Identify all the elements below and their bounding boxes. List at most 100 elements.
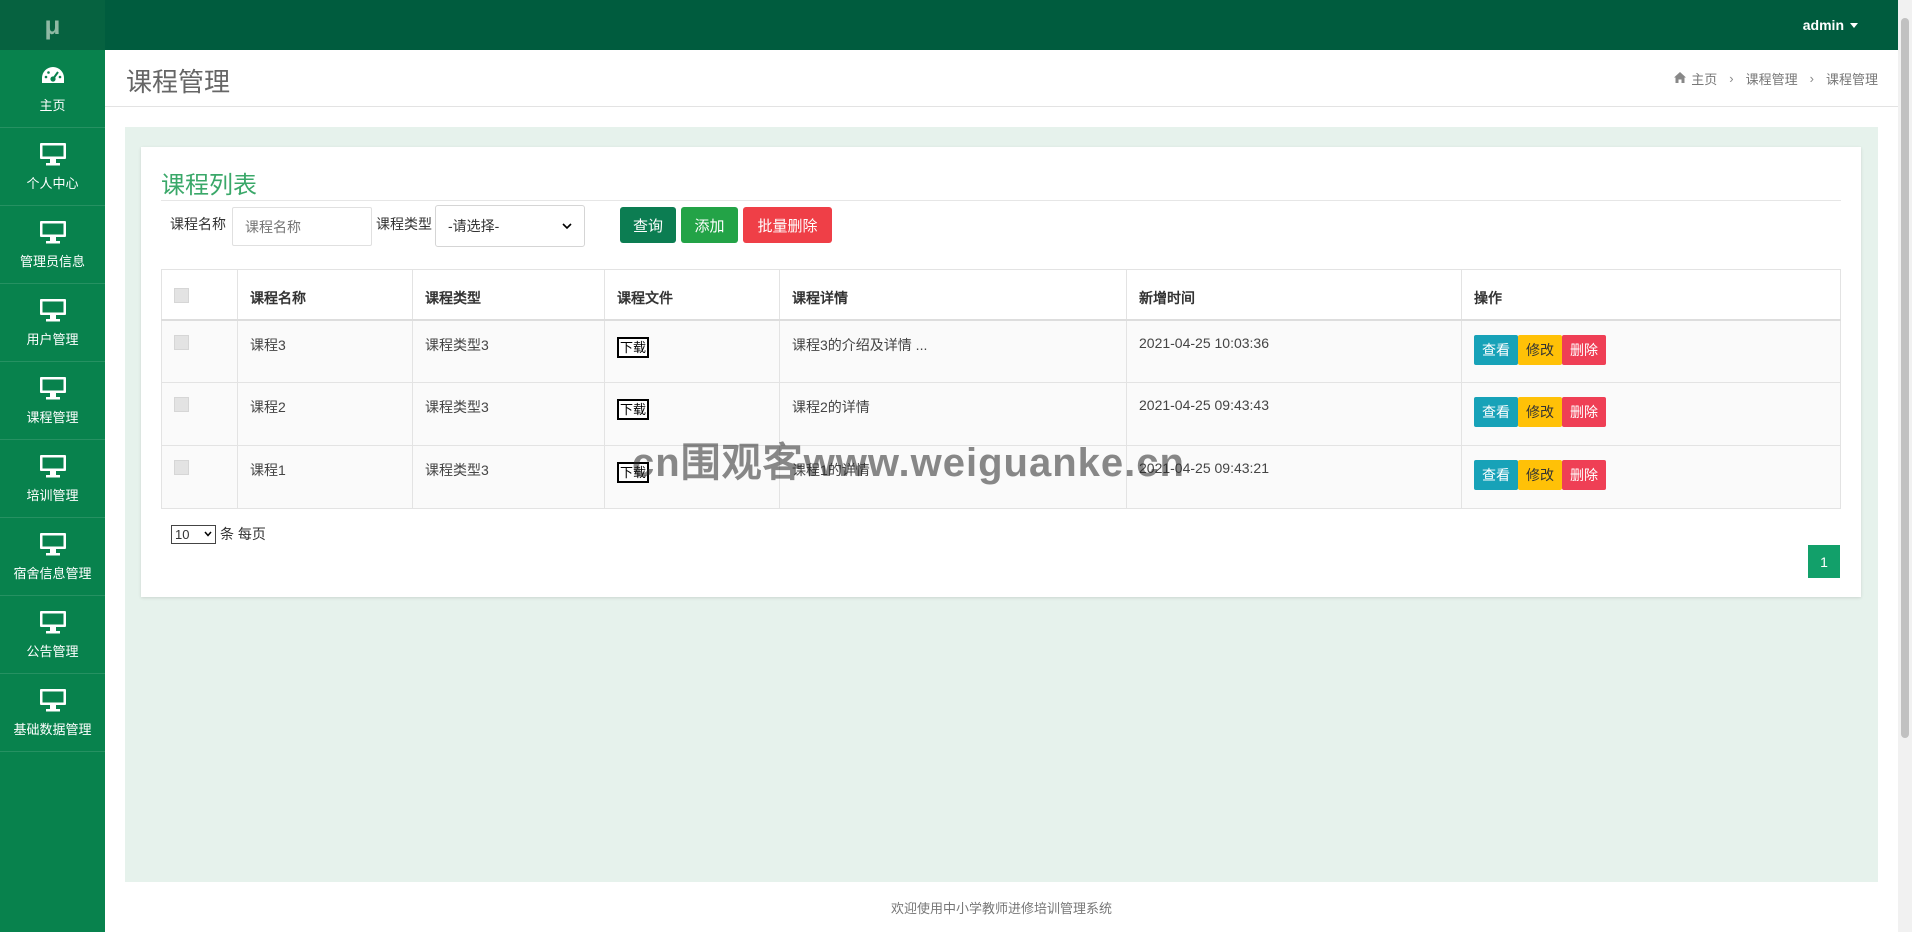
course-name-input[interactable] bbox=[232, 207, 372, 246]
footer: 欢迎使用中小学教师进修培训管理系统 bbox=[105, 882, 1898, 932]
course-file-cell: 下载 bbox=[604, 319, 780, 383]
delete-button[interactable]: 删除 bbox=[1562, 460, 1606, 490]
batch-delete-button[interactable]: 批量删除 bbox=[743, 207, 832, 243]
content-area: 课程列表 课程名称 课程类型 -请选择- 查询 添加 批量删除 课程名称 课程类… bbox=[125, 127, 1878, 882]
monitor-icon bbox=[38, 219, 68, 245]
query-button[interactable]: 查询 bbox=[620, 207, 676, 243]
sidebar-item[interactable]: 用户管理 bbox=[0, 284, 105, 362]
course-file-cell: 下载 bbox=[604, 382, 780, 446]
scrollbar[interactable] bbox=[1898, 0, 1912, 932]
delete-button[interactable]: 删除 bbox=[1562, 397, 1606, 427]
course-name-cell: 课程3 bbox=[237, 319, 413, 383]
edit-button[interactable]: 修改 bbox=[1518, 460, 1562, 490]
table-row: 课程2 课程类型3 下载 课程2的详情 2021-04-25 09:43:43 查看 修改删… bbox=[161, 382, 1841, 446]
course-list-panel: 课程列表 课程名称 课程类型 -请选择- 查询 添加 批量删除 课程名称 课程类… bbox=[141, 147, 1861, 597]
row-select-cell bbox=[161, 319, 238, 383]
monitor-icon bbox=[38, 687, 68, 713]
table-row: 课程3 课程类型3 下载 课程3的介绍及详情 ... 2021-04-25 10:03:… bbox=[161, 319, 1841, 383]
row-checkbox[interactable] bbox=[174, 397, 189, 412]
row-checkbox[interactable] bbox=[174, 460, 189, 475]
sidebar-item-label: 主页 bbox=[39, 98, 66, 113]
edit-button[interactable]: 修改 bbox=[1518, 334, 1562, 365]
row-checkbox[interactable] bbox=[174, 334, 189, 350]
row-select-cell bbox=[161, 382, 238, 446]
sidebar-item-label: 用户管理 bbox=[26, 332, 79, 347]
column-header: 课程名称 bbox=[237, 269, 413, 321]
breadcrumb-current: 课程管理 bbox=[1825, 72, 1878, 87]
sidebar-item[interactable]: 公告管理 bbox=[0, 596, 105, 674]
sidebar-item-label: 课程管理 bbox=[26, 410, 79, 425]
sidebar-item-label: 宿舍信息管理 bbox=[13, 566, 92, 581]
course-type-selected: -请选择- bbox=[448, 218, 500, 234]
view-button[interactable]: 查看 bbox=[1474, 397, 1518, 427]
page-button-current[interactable]: 1 bbox=[1808, 545, 1840, 578]
sidebar-item[interactable]: 宿舍信息管理 bbox=[0, 518, 105, 596]
user-menu[interactable]: admin bbox=[1803, 0, 1858, 50]
download-link[interactable]: 下载 bbox=[617, 462, 650, 483]
select-all-cell bbox=[161, 269, 238, 321]
add-button[interactable]: 添加 bbox=[681, 207, 738, 243]
actions-cell: 查看 修改 删除 bbox=[1461, 382, 1841, 446]
sidebar-item-label: 管理员信息 bbox=[19, 254, 85, 269]
sidebar-item[interactable]: 课程管理 bbox=[0, 362, 105, 440]
sidebar-item[interactable]: 个人中心 bbox=[0, 128, 105, 206]
sidebar-item[interactable]: 管理员信息 bbox=[0, 206, 105, 284]
breadcrumb-home[interactable]: 主页 bbox=[1691, 69, 1717, 88]
table-header-row: 课程名称 课程类型 课程文件 课程详情 新增时间 操作 bbox=[161, 269, 1841, 321]
view-button[interactable]: 查看 bbox=[1474, 334, 1518, 365]
course-detail-cell: 课程3的介绍及详情 ... bbox=[779, 319, 1127, 383]
dashboard-icon bbox=[38, 63, 68, 89]
created-time-cell: 2021-04-25 09:43:43 bbox=[1126, 382, 1462, 446]
course-type-cell: 课程类型3 bbox=[412, 319, 605, 383]
actions-cell: 查看 修改 删除 bbox=[1461, 445, 1841, 509]
breadcrumb-section[interactable]: 课程管理 bbox=[1746, 69, 1798, 88]
home-icon bbox=[1674, 71, 1687, 86]
monitor-icon bbox=[38, 609, 68, 635]
sidebar-item[interactable]: 基础数据管理 bbox=[0, 674, 105, 752]
page-header: 课程管理 主页 › 课程管理 › 课程管理 bbox=[105, 50, 1898, 107]
scrollbar-thumb[interactable] bbox=[1901, 18, 1909, 738]
select-all-checkbox[interactable] bbox=[174, 288, 189, 303]
course-name-cell: 课程2 bbox=[237, 382, 413, 446]
column-header: 课程详情 bbox=[779, 269, 1127, 321]
page-size-suffix: 条 每页 bbox=[220, 526, 266, 542]
column-header: 课程文件 bbox=[604, 269, 780, 321]
chevron-right-icon: › bbox=[1809, 71, 1814, 86]
page-size-select[interactable]: 10 bbox=[171, 524, 216, 544]
topbar: admin bbox=[105, 0, 1898, 50]
course-type-select[interactable]: -请选择- bbox=[435, 205, 585, 247]
chevron-down-icon bbox=[204, 531, 212, 537]
table-row: 课程1 课程类型3 下载 课程1的详情 2021-04-25 09:43:21 查看 修改删… bbox=[161, 445, 1841, 509]
panel-title: 课程列表 bbox=[161, 172, 257, 199]
page-size-control: 10 条 每页 bbox=[171, 524, 266, 544]
sidebar-item[interactable]: 主页 bbox=[0, 50, 105, 128]
chevron-down-icon bbox=[562, 222, 572, 229]
actions-cell: 查看 修改 删除 bbox=[1461, 319, 1841, 383]
download-link[interactable]: 下载 bbox=[617, 336, 650, 358]
course-detail-cell: 课程2的详情 bbox=[779, 382, 1127, 446]
sidebar: μ 主页个人中心管理员信息用户管理课程管理培训管理宿舍信息管理公告管理基础数据管… bbox=[0, 0, 105, 932]
course-detail-cell: 课程1的详情 bbox=[779, 445, 1127, 509]
page-title: 课程管理 bbox=[126, 67, 231, 97]
page-size-value: 10 bbox=[175, 526, 190, 542]
course-name-cell: 课程1 bbox=[237, 445, 413, 509]
view-button[interactable]: 查看 bbox=[1474, 460, 1518, 490]
monitor-icon bbox=[38, 453, 68, 479]
course-table: 课程名称 课程类型 课程文件 课程详情 新增时间 操作 课程3 课程类型3 下载 课程… bbox=[161, 269, 1841, 509]
delete-button[interactable]: 删除 bbox=[1562, 334, 1606, 365]
sidebar-item-label: 个人中心 bbox=[26, 176, 79, 191]
sidebar-item[interactable]: 培训管理 bbox=[0, 440, 105, 518]
sidebar-item-label: 基础数据管理 bbox=[13, 722, 92, 737]
column-header: 操作 bbox=[1461, 269, 1841, 321]
course-type-label: 课程类型 bbox=[376, 216, 432, 232]
download-link[interactable]: 下载 bbox=[617, 399, 650, 420]
logo: μ bbox=[0, 0, 105, 50]
edit-button[interactable]: 修改 bbox=[1518, 397, 1562, 427]
user-name: admin bbox=[1802, 17, 1844, 33]
course-file-cell: 下载 bbox=[604, 445, 780, 509]
divider bbox=[161, 200, 1841, 201]
course-type-cell: 课程类型3 bbox=[412, 382, 605, 446]
column-header: 新增时间 bbox=[1126, 269, 1462, 321]
chevron-right-icon: › bbox=[1729, 71, 1734, 86]
breadcrumb: 主页 › 课程管理 › 课程管理 bbox=[1674, 69, 1878, 88]
